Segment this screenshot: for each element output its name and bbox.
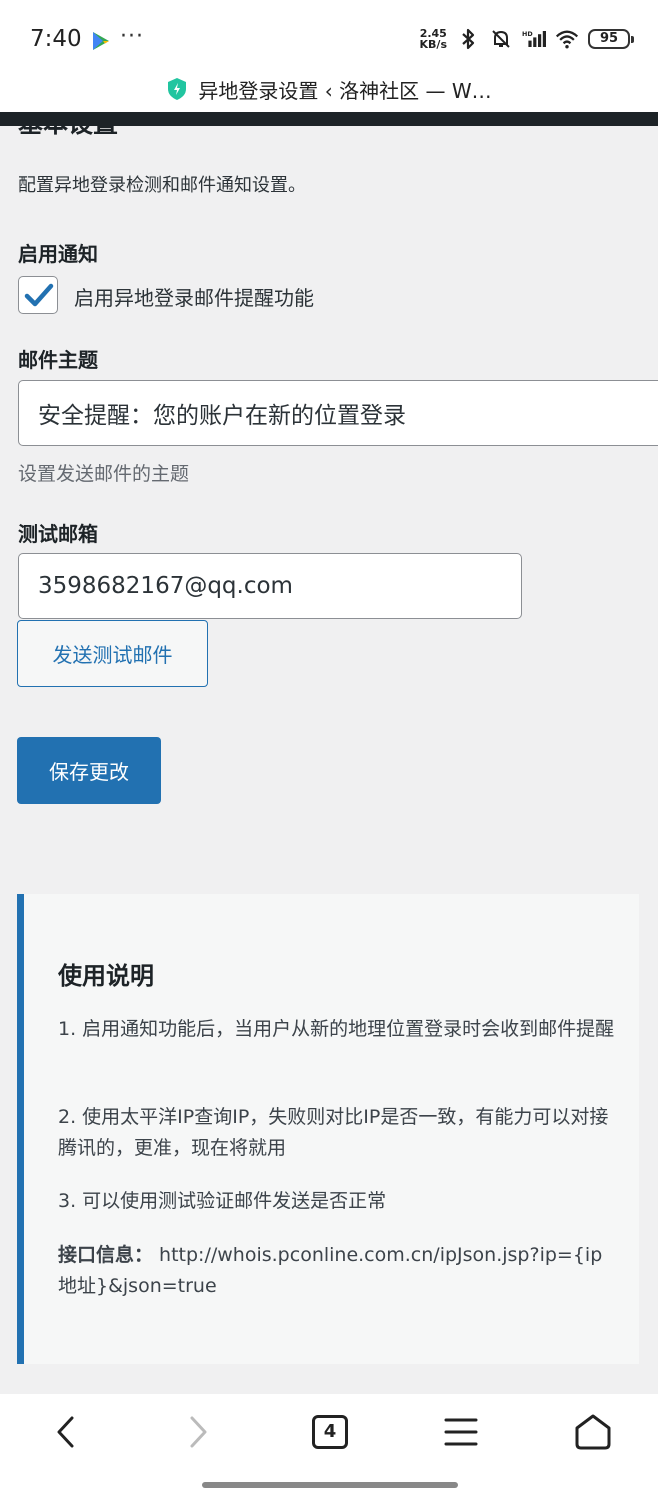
enable-notification-checkbox[interactable] [18,276,58,314]
instructions-title: 使用说明 [58,962,154,990]
email-subject-label: 邮件主题 [18,348,98,372]
instruction-item: 3. 可以使用测试验证邮件发送是否正常 [58,1190,387,1212]
forward-icon [190,1416,207,1448]
enable-notification-checkbox-label[interactable]: 启用异地登录邮件提醒功能 [74,282,314,311]
bluetooth-icon [462,28,475,50]
page-title: 异地登录设置 ‹ 洛神社区 — W… [198,78,492,103]
back-button[interactable] [42,1412,90,1452]
browser-title-bar[interactable]: 异地登录设置 ‹ 洛神社区 — W… [0,66,658,112]
shield-icon [168,78,187,100]
instructions-panel: 使用说明 1. 启用通知功能后，当用户从新的地理位置登录时会收到邮件提醒 2. … [17,894,639,1364]
home-icon [575,1414,611,1450]
instruction-item: 2. 使用太平洋IP查询IP，失败则对比IP是否一致，有能力可以对接腾讯的，更准… [58,1106,609,1159]
battery-indicator: 95 [588,29,634,49]
section-heading: 基本设置 [18,126,118,140]
play-store-icon [93,32,109,50]
status-time: 7:40 [30,26,82,52]
status-bar: 7:40 ··· 2.45 KB/s HD 95 [0,0,658,66]
settings-content: 基本设置 配置异地登录检测和邮件通知设置。 启用通知 启用异地登录邮件提醒功能 … [0,126,658,1394]
browser-bottom-nav: 4 [0,1394,658,1500]
test-email-label: 测试邮箱 [18,522,98,546]
wifi-icon [555,30,579,49]
api-info: 接口信息： http://whois.pconline.com.cn/ipJso… [58,1240,618,1302]
signal-icon: HD [522,30,546,47]
check-icon [24,283,54,307]
status-more: ··· [120,24,144,49]
menu-icon [444,1418,478,1446]
test-email-input[interactable]: 3598682167@qq.com [18,553,522,619]
network-speed: 2.45 KB/s [419,27,447,51]
tabs-button[interactable]: 4 [306,1412,354,1452]
enable-notification-label: 启用通知 [18,242,98,266]
send-test-email-button[interactable]: 发送测试邮件 [17,620,208,687]
home-indicator[interactable] [202,1482,458,1488]
admin-bar [0,112,658,126]
tabs-icon: 4 [312,1415,348,1449]
svg-text:HD: HD [522,30,533,38]
instruction-item: 1. 启用通知功能后，当用户从新的地理位置登录时会收到邮件提醒 [58,1018,615,1040]
forward-button[interactable] [174,1412,222,1452]
email-subject-hint: 设置发送邮件的主题 [18,463,190,485]
save-changes-button[interactable]: 保存更改 [17,737,161,804]
mute-icon [492,30,510,48]
home-button[interactable] [569,1412,617,1452]
api-info-label: 接口信息： [58,1244,154,1266]
back-icon [57,1416,74,1448]
section-description: 配置异地登录检测和邮件通知设置。 [18,175,306,196]
email-subject-input[interactable]: 安全提醒：您的账户在新的位置登录 [18,380,658,446]
menu-button[interactable] [437,1412,485,1452]
